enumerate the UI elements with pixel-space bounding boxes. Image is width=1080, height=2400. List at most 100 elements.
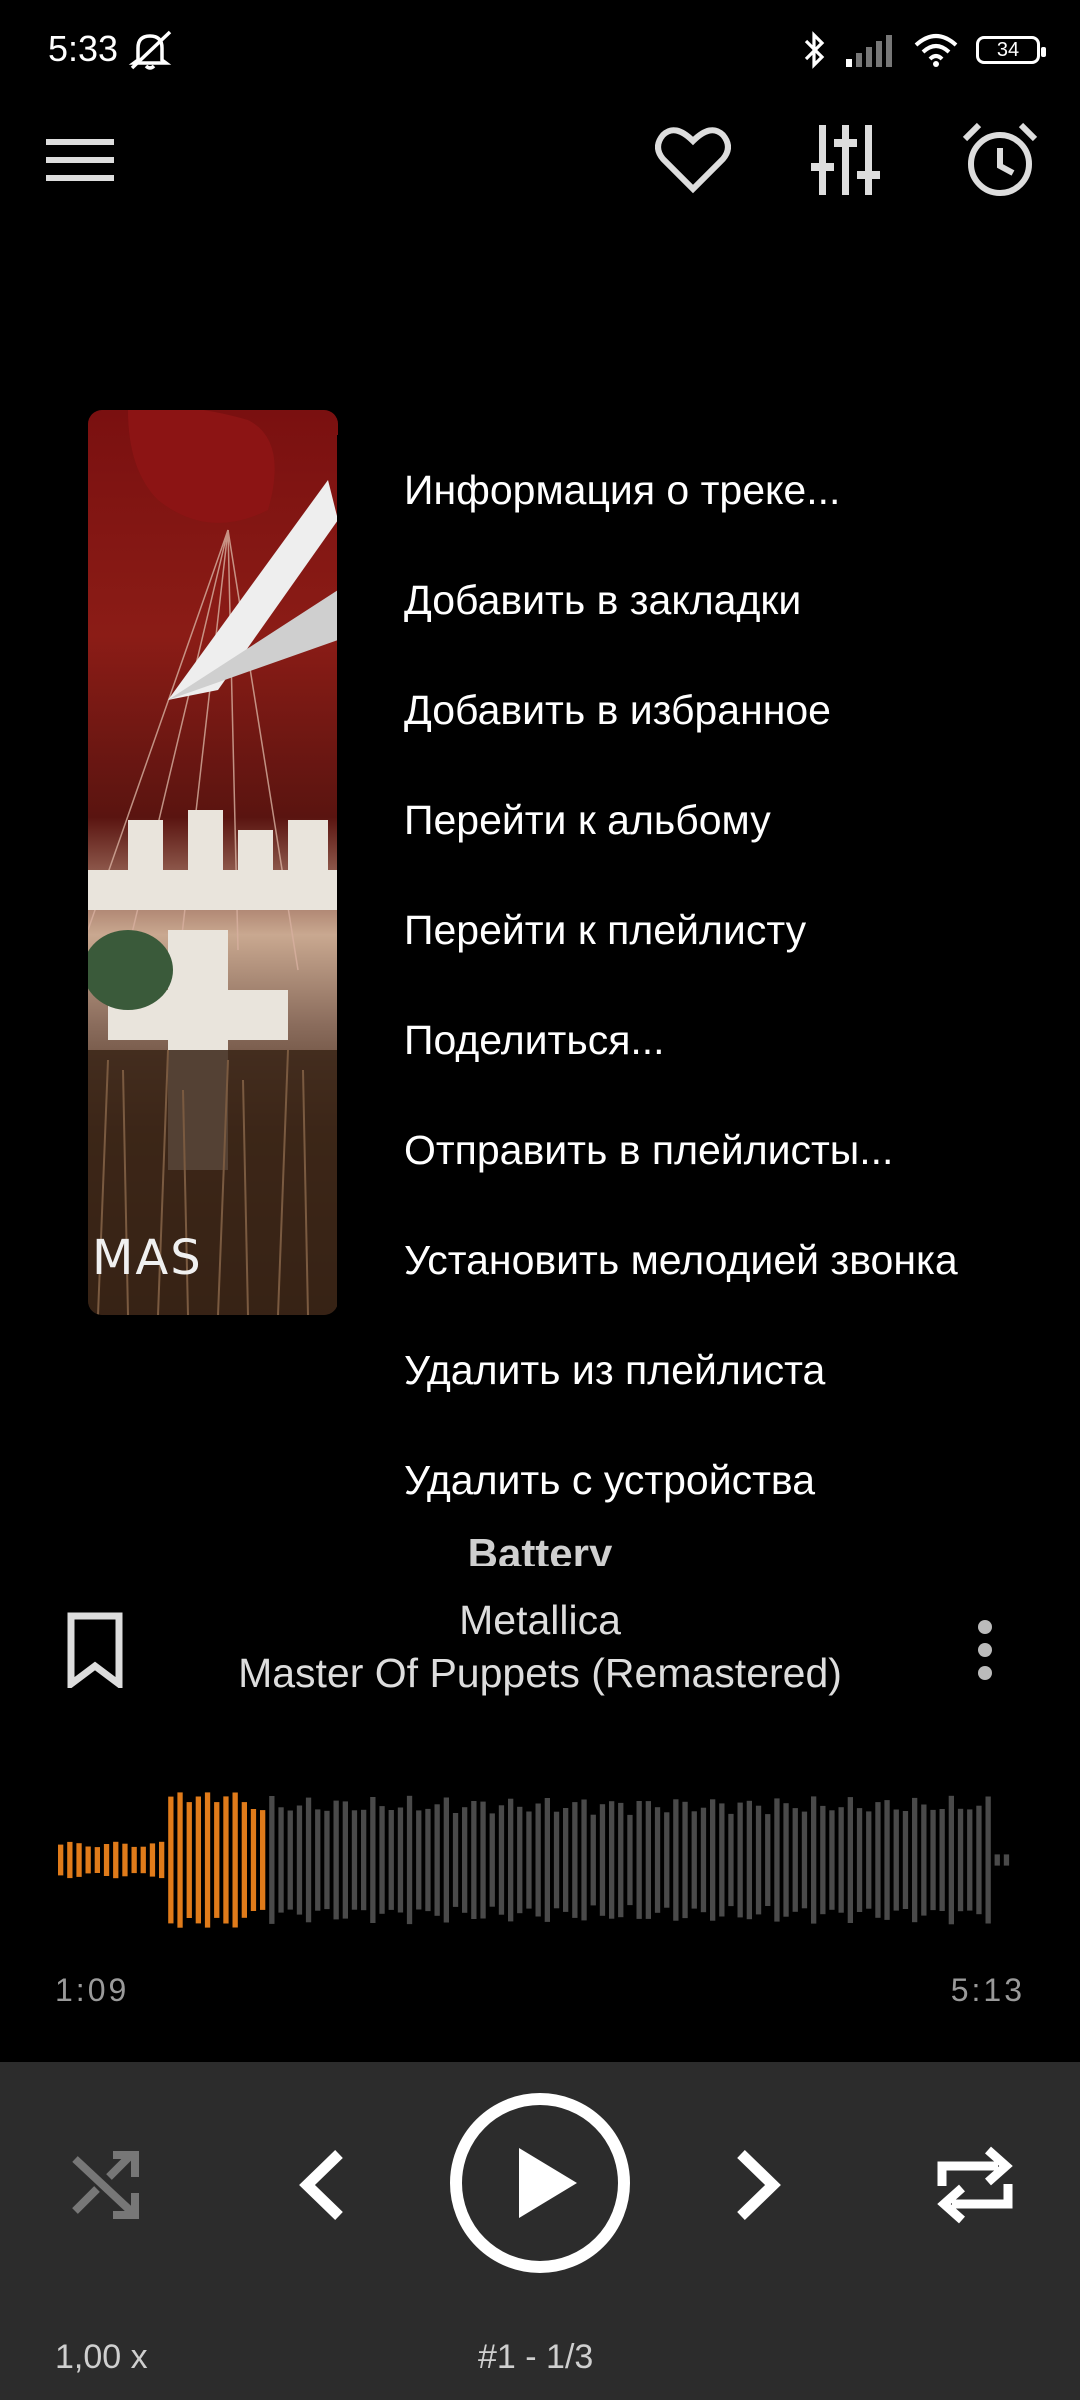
- context-menu: Информация о треке... Добавить в закладк…: [337, 435, 1080, 1535]
- waveform-bar: [737, 1802, 743, 1918]
- heart-icon[interactable]: [648, 115, 738, 205]
- waveform-bar: [985, 1796, 991, 1924]
- waveform-bar: [443, 1797, 449, 1923]
- waveform-bar: [489, 1813, 495, 1907]
- waveform-bar: [820, 1805, 826, 1915]
- shuffle-icon[interactable]: [60, 2140, 150, 2230]
- waveform-bar: [563, 1808, 569, 1912]
- menu-item-remove-from-playlist[interactable]: Удалить из плейлиста: [337, 1315, 1080, 1425]
- equalizer-icon[interactable]: [800, 115, 892, 205]
- waveform-bar: [572, 1802, 578, 1918]
- waveform-bar: [370, 1797, 376, 1923]
- waveform-bar: [783, 1803, 789, 1917]
- menu-item-set-ringtone[interactable]: Установить мелодией звонка: [337, 1205, 1080, 1315]
- waveform-bar: [186, 1802, 192, 1918]
- waveform-bar: [581, 1799, 587, 1921]
- playback-speed[interactable]: 1,00 x: [55, 2338, 148, 2377]
- waveform-bar: [875, 1802, 881, 1918]
- menu-item-add-bookmark[interactable]: Добавить в закладки: [337, 545, 1080, 655]
- waveform-bar: [452, 1813, 459, 1907]
- waveform-bar: [792, 1808, 798, 1912]
- menu-item-go-to-playlist[interactable]: Перейти к плейлисту: [337, 875, 1080, 985]
- waveform-bar: [967, 1809, 973, 1911]
- waveform-bar: [700, 1807, 707, 1913]
- waveform-bar: [994, 1854, 1000, 1866]
- waveform-bar: [278, 1807, 284, 1913]
- alarm-icon[interactable]: [955, 115, 1045, 205]
- waveform-bar: [719, 1803, 725, 1917]
- queue-position: #1 - 1/3: [478, 2338, 594, 2376]
- menu-item-track-info[interactable]: Информация о треке...: [337, 435, 1080, 545]
- menu-icon[interactable]: [40, 125, 120, 195]
- menu-item-delete-from-device[interactable]: Удалить с устройства: [337, 1425, 1080, 1535]
- waveform-bar: [149, 1843, 156, 1877]
- menu-item-share[interactable]: Поделиться...: [337, 985, 1080, 1095]
- waveform-bar: [287, 1810, 293, 1910]
- menu-item-send-to-playlists[interactable]: Отправить в плейлисты...: [337, 1095, 1080, 1205]
- waveform-seekbar[interactable]: [58, 1790, 1013, 1930]
- waveform-bar: [645, 1801, 651, 1919]
- waveform-bar: [76, 1843, 82, 1877]
- repeat-icon[interactable]: [930, 2135, 1020, 2235]
- waveform-bar: [177, 1792, 183, 1928]
- waveform-bar: [948, 1795, 954, 1925]
- album-art[interactable]: [88, 410, 338, 1315]
- elapsed-time: 1:09: [55, 1972, 130, 2008]
- waveform-bar: [131, 1846, 137, 1874]
- waveform-bar: [85, 1846, 91, 1874]
- previous-icon[interactable]: [280, 2135, 360, 2235]
- waveform-bar: [746, 1800, 752, 1920]
- waveform-bar: [140, 1846, 146, 1874]
- waveform-bar: [976, 1805, 982, 1915]
- waveform-bar: [296, 1805, 303, 1915]
- waveform-bar: [526, 1811, 532, 1909]
- waveform-bar: [609, 1801, 615, 1919]
- waveform-bar: [590, 1814, 596, 1906]
- waveform-bar: [1003, 1854, 1010, 1866]
- waveform-bar: [893, 1809, 899, 1911]
- waveform-bar: [508, 1798, 514, 1922]
- waveform-bar: [856, 1808, 863, 1912]
- menu-item-go-to-album[interactable]: Перейти к альбому: [337, 765, 1080, 875]
- waveform-bar: [250, 1809, 257, 1911]
- next-icon[interactable]: [720, 2135, 800, 2235]
- waveform-bar: [241, 1802, 247, 1918]
- waveform-bar: [94, 1847, 100, 1873]
- mute-bell-icon: [128, 30, 174, 75]
- waveform-bar: [664, 1812, 670, 1908]
- more-options-icon[interactable]: [955, 1610, 1015, 1690]
- track-artist[interactable]: Metallica: [0, 1597, 1080, 1644]
- track-album[interactable]: Master Of Puppets (Remastered): [0, 1650, 1080, 1697]
- waveform-bar: [691, 1811, 697, 1909]
- bookmark-icon[interactable]: [55, 1605, 135, 1695]
- play-button[interactable]: [447, 2090, 633, 2276]
- waveform-bar: [214, 1802, 220, 1918]
- waveform-bar: [498, 1805, 505, 1915]
- waveform-bar: [939, 1809, 945, 1911]
- waveform-bar: [535, 1803, 541, 1917]
- wifi-icon: [914, 34, 958, 67]
- waveform-bar: [618, 1802, 624, 1918]
- waveform-bar: [232, 1792, 238, 1928]
- waveform-bar: [801, 1811, 808, 1909]
- waveform-bar: [811, 1796, 817, 1924]
- total-duration: 5:13: [950, 1972, 1025, 2008]
- battery-level: 34: [996, 38, 1020, 61]
- menu-item-add-favorites[interactable]: Добавить в избранное: [337, 655, 1080, 765]
- waveform-bar: [195, 1796, 201, 1924]
- waveform-bar: [774, 1798, 780, 1922]
- waveform-bar: [829, 1810, 835, 1910]
- waveform-bar: [315, 1809, 321, 1911]
- waveform-bar: [627, 1814, 633, 1906]
- waveform-bar: [838, 1807, 844, 1913]
- waveform-bar: [434, 1804, 440, 1916]
- waveform-bar: [673, 1799, 679, 1921]
- waveform-bar: [553, 1811, 560, 1909]
- waveform-bar: [921, 1804, 927, 1916]
- waveform-bar: [884, 1800, 890, 1920]
- waveform-bar: [957, 1808, 964, 1912]
- waveform-bar: [67, 1841, 73, 1879]
- waveform-bar: [544, 1798, 550, 1922]
- waveform-bar: [902, 1811, 909, 1909]
- status-icons: 34: [802, 30, 1046, 70]
